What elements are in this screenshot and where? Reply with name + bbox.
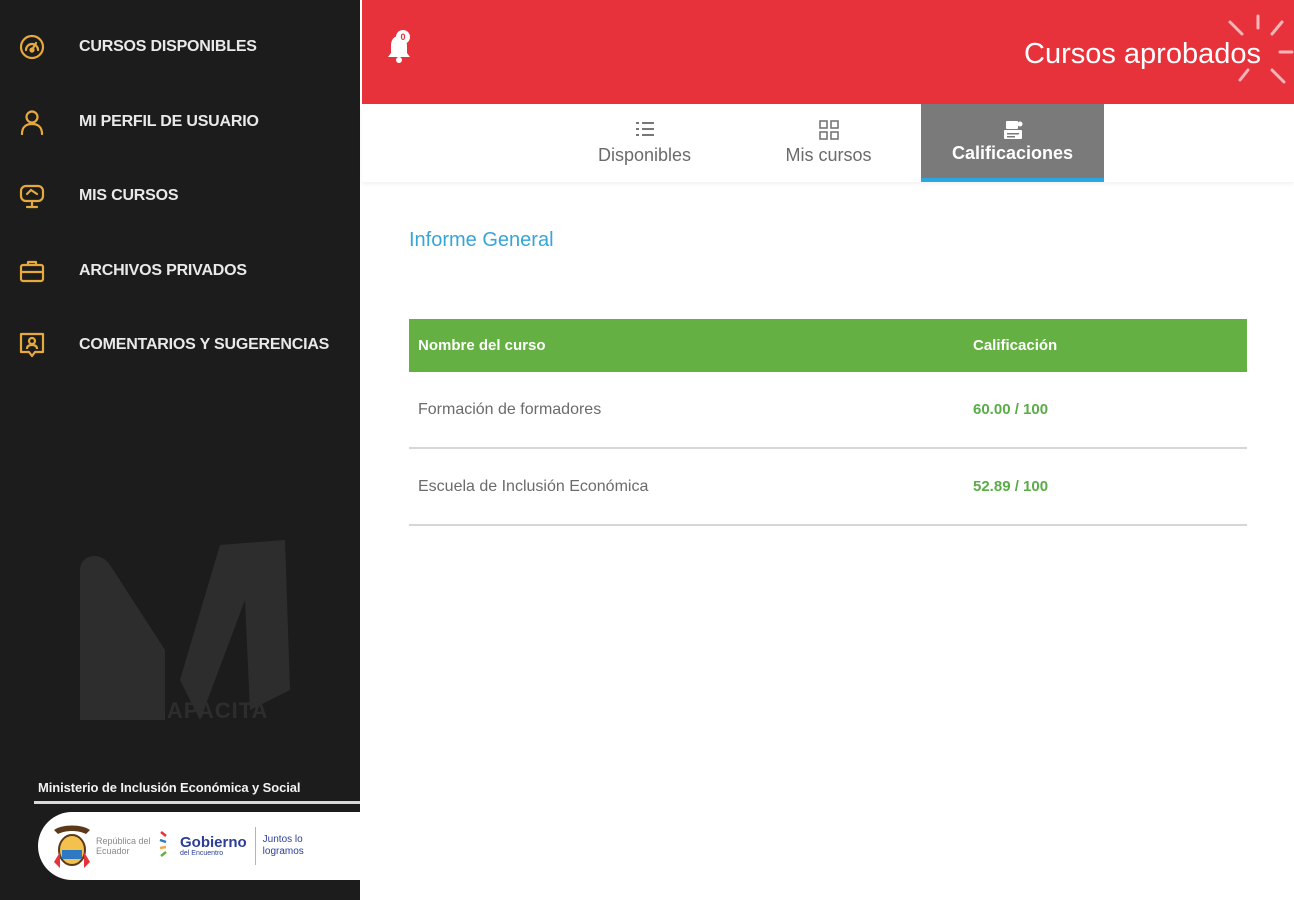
column-header-grade: Calificación [973, 337, 1058, 354]
republica-text: República del Ecuador [96, 836, 151, 856]
sidebar-item-label: ARCHIVOS PRIVADOS [79, 261, 247, 279]
course-grade: 52.89 / 100 [973, 478, 1049, 495]
monitor-icon [17, 181, 47, 211]
watermark-text: CAPACITA [150, 698, 269, 723]
tab-bar: Disponibles Mis cursos Calificaciones [362, 104, 1294, 182]
grades-icon [1003, 121, 1022, 139]
sidebar-item-label: MIS CURSOS [79, 187, 179, 205]
briefcase-icon [17, 256, 47, 286]
tab-mis-cursos[interactable]: Mis cursos [737, 104, 920, 182]
table-row[interactable]: Formación de formadores 60.00 / 100 [409, 372, 1247, 449]
course-grade: 60.00 / 100 [973, 401, 1049, 418]
sidebar-item-label: COMENTARIOS Y SUGERENCIAS [79, 336, 330, 354]
column-header-course: Nombre del curso [418, 337, 546, 354]
gobierno-logo: Gobierno del Encuentro [180, 835, 247, 858]
sidebar-item-comentarios[interactable]: COMENTARIOS Y SUGERENCIAS [0, 308, 360, 383]
ministry-name: Ministerio de Inclusión Económica y Soci… [38, 780, 301, 795]
grid-icon [818, 120, 839, 140]
sidebar-item-label: MI PERFIL DE USUARIO [79, 112, 259, 130]
tab-label: Mis cursos [785, 145, 872, 165]
divider [254, 827, 256, 865]
sidebar-nav: CURSOS DISPONIBLES MI PERFIL DE USUARIO [0, 10, 360, 383]
sidebar: CURSOS DISPONIBLES MI PERFIL DE USUARIO [0, 0, 368, 900]
user-icon [17, 107, 47, 137]
gobierno-title: Gobierno [180, 833, 247, 851]
sidebar-item-label: CURSOS DISPONIBLES [79, 38, 257, 56]
course-name: Formación de formadores [418, 400, 602, 418]
feedback-icon [17, 330, 47, 360]
sunburst-decoration-icon [1228, 14, 1294, 84]
mi-capacita-watermark: CAPACITA [70, 530, 300, 740]
sidebar-item-mis-cursos[interactable]: MIS CURSOS [0, 159, 360, 234]
app-header: 0 Cursos aprobados [362, 0, 1294, 104]
government-logos: República del Ecuador Gobierno del Encue… [38, 812, 368, 880]
course-name: Escuela de Inclusión Económica [418, 477, 649, 495]
sidebar-item-mi-perfil[interactable]: MI PERFIL DE USUARIO [0, 85, 360, 160]
tab-label: Disponibles [597, 145, 692, 165]
list-icon [635, 122, 654, 136]
ecuador-seal-icon [54, 825, 90, 868]
tab-disponibles[interactable]: Disponibles [553, 104, 736, 182]
dashboard-gauge-icon [17, 32, 47, 62]
slogan-text: Juntos lo logramos [262, 834, 304, 857]
table-row[interactable]: Escuela de Inclusión Económica 52.89 / 1… [409, 449, 1247, 526]
sidebar-item-archivos-privados[interactable]: ARCHIVOS PRIVADOS [0, 234, 360, 309]
table-header: Nombre del curso Calificación [409, 319, 1247, 372]
gobierno-subtitle: del Encuentro [180, 849, 224, 857]
divider [34, 801, 360, 804]
grades-table: Nombre del curso Calificación Formación … [409, 319, 1247, 526]
section-title: Informe General [409, 229, 554, 251]
tab-label: Calificaciones [951, 143, 1074, 163]
notification-badge: 0 [396, 30, 410, 44]
tab-calificaciones[interactable]: Calificaciones [921, 104, 1104, 182]
gobierno-star-icon [159, 831, 167, 857]
sidebar-item-cursos-disponibles[interactable]: CURSOS DISPONIBLES [0, 10, 360, 85]
